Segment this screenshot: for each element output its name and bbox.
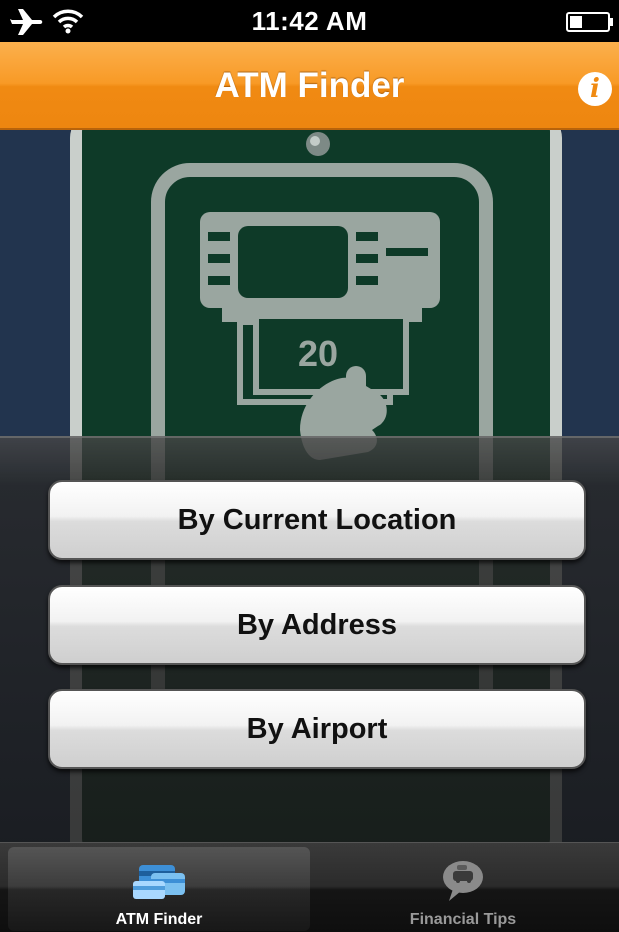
info-icon[interactable]: i [578,72,612,106]
status-time: 11:42 AM [251,6,368,36]
by-address-button[interactable]: By Address [48,585,586,665]
tab-bar: ATM Finder Financial Tips [0,842,619,932]
banknote-text: 20 [298,333,338,374]
tab-atm-finder[interactable]: ATM Finder [8,847,310,931]
atm-card-icon [133,865,185,899]
by-current-location-button[interactable]: By Current Location [48,480,586,560]
status-bar: 11:42 AM [0,0,619,42]
tab-atm-finder-label: ATM Finder [115,911,203,928]
page-title: ATM Finder [214,66,405,105]
by-airport-button[interactable]: By Airport [48,689,586,769]
tab-financial-tips-label: Financial Tips [409,911,517,928]
tab-financial-tips[interactable]: Financial Tips [312,847,614,931]
piggy-bank-icon [443,861,483,901]
battery-icon [566,12,613,32]
app-screen: 11:42 AM ATM Finder i 20 By Current Loca… [0,0,619,932]
navigation-bar: ATM Finder i [0,42,619,130]
